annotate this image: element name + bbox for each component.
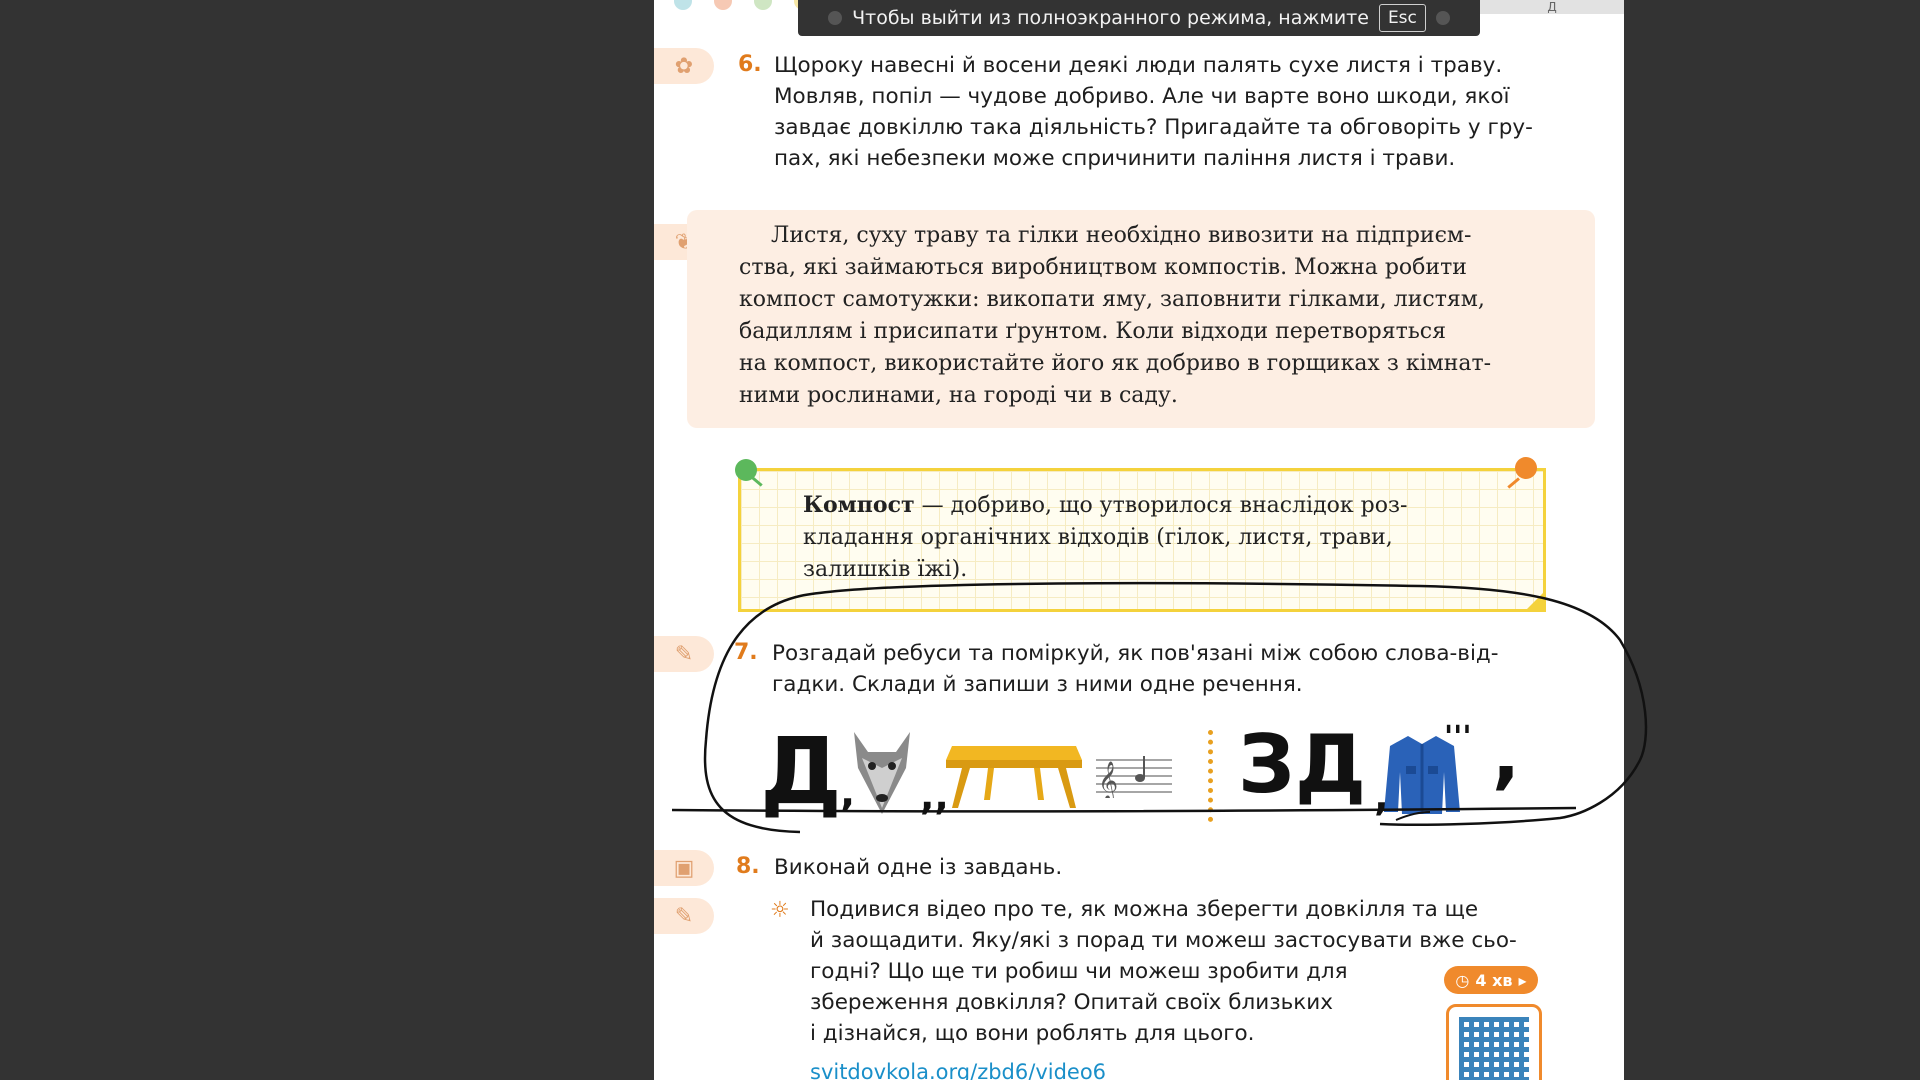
rebus-letter-small: Я — [1506, 736, 1523, 761]
annotation-underline — [1395, 811, 1431, 821]
annotation-underline — [671, 806, 1577, 813]
dot-icon — [828, 11, 843, 25]
hand-drawn-annotation — [671, 581, 1648, 834]
annotation-loop — [703, 581, 1648, 834]
dot-icon — [1435, 11, 1450, 25]
fullscreen-notice: Чтобы выйти из полноэкранного режима, на… — [798, 0, 1480, 36]
esc-key-label: Esc — [1378, 4, 1426, 32]
fullscreen-message: Чтобы выйти из полноэкранного режима, на… — [852, 7, 1369, 29]
